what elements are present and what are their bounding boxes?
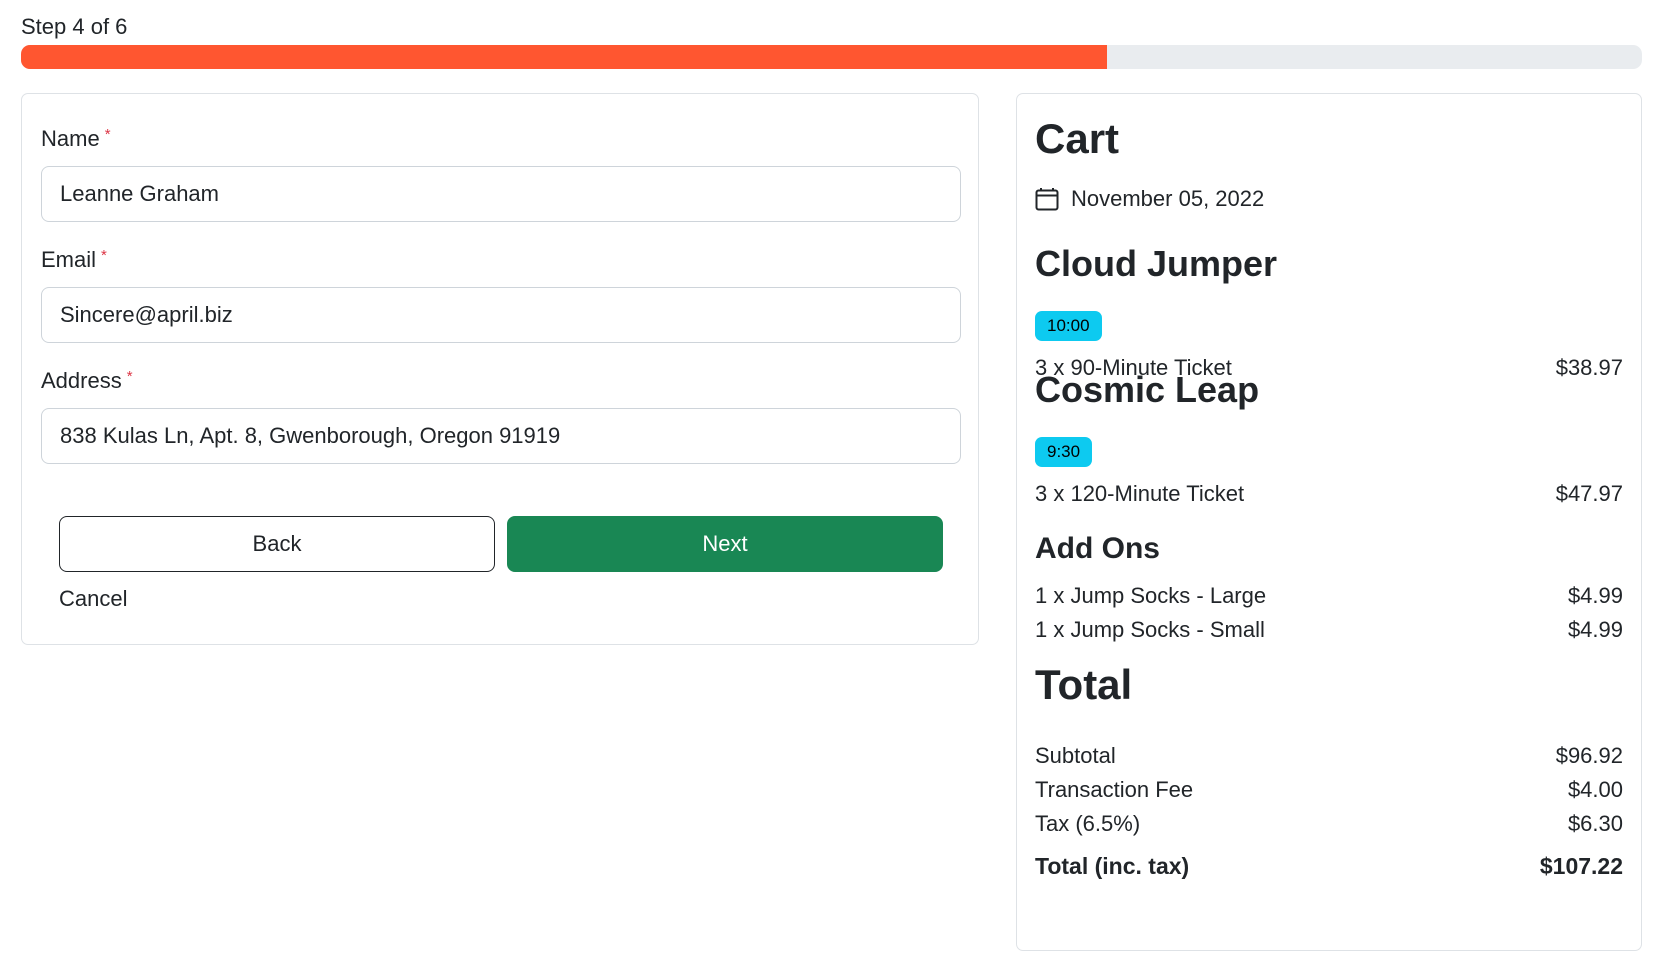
transaction-fee-value: $4.00 [1567, 777, 1623, 802]
grand-total-row: Total (inc. tax) $107.22 [1035, 851, 1623, 881]
transaction-fee-label: Transaction Fee [1035, 777, 1194, 802]
progress-bar [21, 45, 1642, 69]
back-button[interactable]: Back [59, 516, 495, 572]
subtotal-value: $96.92 [1555, 743, 1623, 768]
tax-value: $6.30 [1567, 811, 1623, 836]
email-label: Email * [41, 247, 107, 272]
total-title: Total [1035, 661, 1133, 708]
addon-line-item: 1 x Jump Socks - Large $4.99 [1035, 581, 1623, 611]
tax-row: Tax (6.5%) $6.30 [1035, 809, 1623, 839]
line-item-description: 1 x Jump Socks - Large [1035, 583, 1267, 608]
subtotal-label: Subtotal [1035, 743, 1116, 768]
name-label: Name * [41, 126, 111, 151]
product-title: Cosmic Leap [1035, 369, 1260, 410]
line-item-price: $4.99 [1567, 617, 1623, 642]
line-item-description: 3 x 120-Minute Ticket [1035, 481, 1245, 506]
required-marker: * [101, 247, 107, 264]
line-item-price: $47.97 [1555, 481, 1623, 506]
name-input[interactable] [41, 166, 961, 222]
time-badge: 9:30 [1035, 437, 1093, 467]
cart-date: November 05, 2022 [1035, 184, 1264, 214]
line-item-price: $4.99 [1567, 583, 1623, 608]
customer-details-form: Name* Email* Address* Back Next Cancel [21, 93, 979, 645]
cancel-link[interactable]: Cancel [59, 584, 127, 614]
next-button[interactable]: Next [507, 516, 943, 572]
cart-title: Cart [1035, 115, 1120, 162]
product-title: Cloud Jumper [1035, 243, 1278, 284]
calendar-icon [1035, 188, 1059, 211]
grand-total-value: $107.22 [1539, 853, 1623, 879]
required-marker: * [126, 368, 133, 385]
line-item-price: $38.97 [1555, 355, 1623, 380]
line-item-description: 1 x Jump Socks - Small [1035, 617, 1265, 642]
transaction-fee-row: Transaction Fee $4.00 [1035, 775, 1623, 805]
tax-label: Tax (6.5%) [1035, 811, 1141, 836]
addons-title: Add Ons [1035, 532, 1160, 565]
required-marker: * [104, 126, 111, 143]
step-indicator: Step 4 of 6 [21, 14, 128, 39]
cart-date-text: November 05, 2022 [1071, 186, 1265, 211]
addon-line-item: 1 x Jump Socks - Small $4.99 [1035, 615, 1623, 645]
email-input[interactable] [41, 287, 961, 343]
address-label: Address * [41, 368, 133, 393]
progress-bar-fill [21, 45, 1108, 69]
grand-total-label: Total (inc. tax) [1035, 853, 1190, 879]
time-badge: 10:00 [1035, 311, 1102, 341]
address-input[interactable] [41, 408, 961, 464]
cart-summary: Cart November 05, 2022 Cloud Jumper 10:0… [1016, 93, 1642, 951]
ticket-line-item: 3 x 120-Minute Ticket $47.97 [1035, 479, 1623, 509]
subtotal-row: Subtotal $96.92 [1035, 741, 1623, 771]
